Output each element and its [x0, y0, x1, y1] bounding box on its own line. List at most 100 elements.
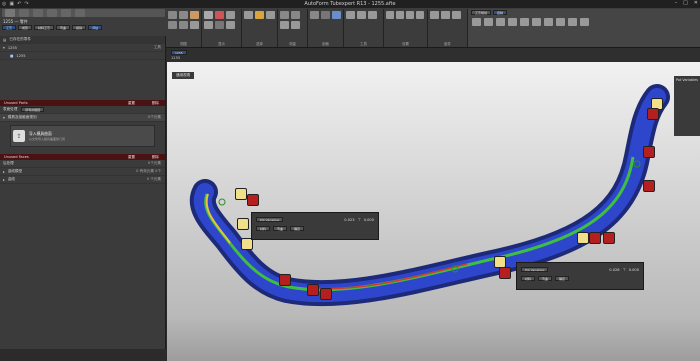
info-mode-select[interactable]: Pot Variables: [256, 217, 284, 222]
expand-icon[interactable]: ▸: [3, 170, 5, 174]
doc-tab[interactable]: 1255: [171, 50, 187, 55]
display-edge-icon[interactable]: [226, 11, 235, 19]
save-icon[interactable]: ▣: [9, 1, 14, 7]
ribbon-tab-control[interactable]: 控制: [493, 10, 508, 15]
display-wire-icon[interactable]: [204, 21, 213, 29]
info-btn-ok[interactable]: 确定: [290, 226, 305, 231]
display-shade-icon[interactable]: [204, 11, 213, 19]
tree-row[interactable]: ▾ 1255 工具: [0, 44, 165, 52]
tool-marker[interactable]: [647, 108, 659, 120]
ctrl-10-icon[interactable]: [580, 18, 589, 26]
filter-icon[interactable]: ⊤: [358, 218, 361, 222]
ctrl-1-icon[interactable]: [472, 18, 481, 26]
select-face-icon[interactable]: [255, 11, 264, 19]
mode-button-2[interactable]: 材料工艺: [34, 25, 55, 30]
reset-button-2[interactable]: 重置: [128, 155, 135, 160]
info-btn-bend[interactable]: 弯曲: [273, 226, 288, 231]
pointer-icon[interactable]: [5, 9, 15, 17]
curve-icon[interactable]: [61, 9, 71, 17]
reset-button-1[interactable]: 重置: [128, 101, 135, 106]
comp-a-icon[interactable]: [430, 11, 439, 19]
setting-d-icon[interactable]: [416, 11, 424, 19]
mode-button-1[interactable]: 成形: [18, 25, 33, 30]
measure-radius-icon[interactable]: [280, 21, 289, 29]
mode-button-0[interactable]: 工艺: [2, 25, 17, 30]
select-edge-icon[interactable]: [266, 11, 275, 19]
expand-icon[interactable]: ▸: [3, 178, 5, 182]
ctrl-5-icon[interactable]: [520, 18, 529, 26]
info-btn-ok[interactable]: 确定: [555, 276, 570, 281]
tool-marker[interactable]: [307, 284, 319, 296]
undo-icon[interactable]: ↶: [17, 1, 21, 7]
section-view-icon[interactable]: [332, 11, 341, 19]
mode-button-3[interactable]: 弯曲: [56, 25, 71, 30]
info-btn-material[interactable]: 材料: [521, 276, 536, 281]
info-btn-bend[interactable]: 弯曲: [538, 276, 553, 281]
minimize-icon[interactable]: –: [675, 0, 678, 6]
3d-viewport[interactable]: 通用视角 Pot Variables Pot Variables 0.023 ⊤…: [167, 62, 700, 361]
section-cut-icon[interactable]: [321, 11, 330, 19]
tool-c-icon[interactable]: [368, 11, 377, 19]
ctrl-2-icon[interactable]: [484, 18, 493, 26]
section-plane-icon[interactable]: [310, 11, 319, 19]
part-icon[interactable]: [33, 9, 43, 17]
tool-marker[interactable]: [589, 232, 601, 244]
app-menu-icon[interactable]: ◎: [2, 1, 6, 7]
view-tab[interactable]: 1255: [171, 56, 180, 60]
comp-b-icon[interactable]: [441, 11, 450, 19]
list-item[interactable]: ▸ 曲线模型 0 有效元素 0个: [0, 168, 165, 176]
comp-c-icon[interactable]: [452, 11, 461, 19]
ctrl-8-icon[interactable]: [556, 18, 565, 26]
tool-a-icon[interactable]: [346, 11, 355, 19]
view-rotate-icon[interactable]: [190, 21, 199, 29]
sim-icon[interactable]: [75, 9, 85, 17]
tool-marker[interactable]: [499, 267, 511, 279]
setting-a-icon[interactable]: [386, 11, 394, 19]
setting-b-icon[interactable]: [396, 11, 404, 19]
tool-marker[interactable]: [320, 288, 332, 300]
filter-select[interactable]: 所有的图层: [21, 107, 45, 112]
ctrl-9-icon[interactable]: [568, 18, 577, 26]
display-mesh-icon[interactable]: [215, 11, 224, 19]
node-marker[interactable]: [218, 198, 226, 206]
tool-marker[interactable]: [237, 218, 249, 230]
close-icon[interactable]: ✕: [694, 0, 698, 6]
delete-button-1[interactable]: 删除: [152, 101, 159, 106]
tool-marker[interactable]: [643, 180, 655, 192]
tool-marker[interactable]: [279, 274, 291, 286]
setting-c-icon[interactable]: [406, 11, 414, 19]
tree-child-row[interactable]: ■ 1255: [0, 52, 165, 60]
ctrl-4-icon[interactable]: [508, 18, 517, 26]
view-iso-icon[interactable]: [190, 11, 199, 19]
info-mode-select[interactable]: Pot Variables: [521, 267, 549, 272]
delete-button-2[interactable]: 删除: [152, 155, 159, 160]
import-card[interactable]: ⇪ 导入模具曲面 从文件导入模具曲面的几何: [10, 125, 155, 147]
collapse-icon[interactable]: ▾: [3, 116, 5, 120]
tool-marker[interactable]: [235, 188, 247, 200]
measure-angle-icon[interactable]: [291, 11, 300, 19]
surface-icon[interactable]: [47, 9, 57, 17]
view-top-icon[interactable]: [179, 11, 188, 19]
tool-icon[interactable]: [19, 9, 29, 17]
mode-button-5[interactable]: 评估: [88, 25, 103, 30]
ribbon-tab-process[interactable]: 工艺规划: [471, 10, 492, 15]
maximize-icon[interactable]: □: [683, 0, 688, 6]
filter-icon[interactable]: ⊤: [623, 268, 626, 272]
measure-dist-icon[interactable]: [280, 11, 289, 19]
view-front-icon[interactable]: [168, 11, 177, 19]
view-side-icon[interactable]: [168, 21, 177, 29]
mode-button-4[interactable]: 模拟: [72, 25, 87, 30]
expand-icon[interactable]: ▾: [3, 46, 5, 50]
display-light-icon[interactable]: [226, 21, 235, 29]
redo-icon[interactable]: ↷: [24, 1, 28, 7]
display-hide-icon[interactable]: [215, 21, 224, 29]
tool-marker[interactable]: [577, 232, 589, 244]
measure-point-icon[interactable]: [291, 21, 300, 29]
tool-marker[interactable]: [643, 146, 655, 158]
view-fit-icon[interactable]: [179, 21, 188, 29]
tool-b-icon[interactable]: [357, 11, 366, 19]
select-box-icon[interactable]: [244, 11, 253, 19]
group-header[interactable]: ▾ 模具及接触面规划 0个元素: [0, 114, 165, 122]
ctrl-7-icon[interactable]: [544, 18, 553, 26]
info-btn-material[interactable]: 材料: [256, 226, 271, 231]
